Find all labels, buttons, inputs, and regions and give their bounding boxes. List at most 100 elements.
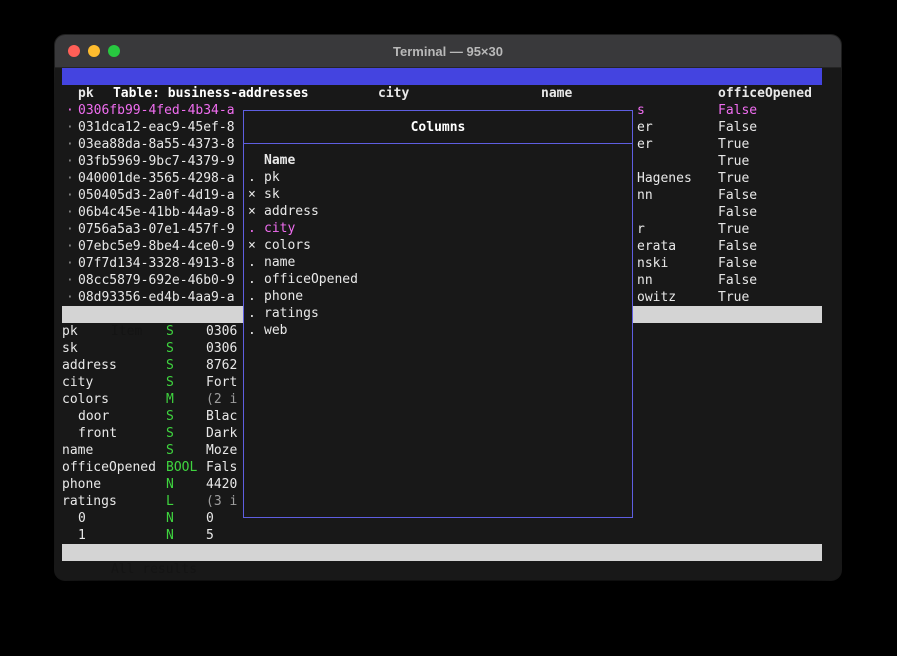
row-officeopened-value: False xyxy=(718,187,757,204)
row-officeopened-value: False xyxy=(718,255,757,272)
column-name-label: ratings xyxy=(264,305,319,322)
column-visibility-marker: . xyxy=(248,254,256,271)
attribute-name: sk xyxy=(62,340,78,357)
row-officeopened-value: True xyxy=(718,136,749,153)
column-name-label: name xyxy=(264,254,295,271)
column-name-label: sk xyxy=(264,186,280,203)
column-name-label: web xyxy=(264,322,287,339)
row-pk-value: 08cc5879-692e-46b0-9 xyxy=(78,272,235,289)
row-pk-value: 040001de-3565-4298-a xyxy=(78,170,235,187)
attribute-name: phone xyxy=(62,476,101,493)
row-name-fragment: r xyxy=(637,221,645,238)
column-headers-row: pk city name officeOpened xyxy=(62,85,822,102)
close-window-button[interactable] xyxy=(68,45,80,57)
attribute-type: S xyxy=(166,340,174,357)
row-pk-value: 07ebc5e9-8be4-4ce0-9 xyxy=(78,238,235,255)
row-name-fragment: nn xyxy=(637,272,653,289)
columns-dialog-item[interactable]: . web xyxy=(244,322,632,339)
row-pk-value: 050405d3-2a0f-4d19-a xyxy=(78,187,235,204)
attribute-type: S xyxy=(166,357,174,374)
window-title: Terminal — 95×30 xyxy=(55,35,841,68)
attribute-name: ratings xyxy=(62,493,117,510)
row-officeopened-value: True xyxy=(718,289,749,306)
attribute-type: M xyxy=(166,391,174,408)
column-name-label: officeOpened xyxy=(264,271,358,288)
attribute-value: 0 xyxy=(206,510,214,527)
row-selection-bullet: · xyxy=(66,153,74,170)
attribute-type: S xyxy=(166,425,174,442)
column-visibility-marker: × xyxy=(248,237,256,254)
columns-dialog-item[interactable]: × sk xyxy=(244,186,632,203)
attribute-value: Fals xyxy=(206,459,237,476)
terminal-screen[interactable]: Table: business-addresses pk city name o… xyxy=(62,68,822,580)
attribute-value: Blac xyxy=(206,408,237,425)
row-name-fragment: erata xyxy=(637,238,676,255)
row-pk-value: 0306fb99-4fed-4b34-a xyxy=(78,102,235,119)
row-pk-value: 07f7d134-3328-4913-8 xyxy=(78,255,235,272)
column-visibility-marker: . xyxy=(248,271,256,288)
attribute-type: S xyxy=(166,442,174,459)
attribute-type: S xyxy=(166,408,174,425)
columns-dialog-item-selected[interactable]: . city xyxy=(244,220,632,237)
columns-dialog-item[interactable]: × colors xyxy=(244,237,632,254)
attribute-type: S xyxy=(166,374,174,391)
row-selection-bullet: · xyxy=(66,170,74,187)
columns-dialog-body: Name . pk × sk × address . city xyxy=(244,144,632,339)
row-pk-value: 08d93356-ed4b-4aa9-a xyxy=(78,289,235,306)
row-pk-value: 03fb5969-9bc7-4379-9 xyxy=(78,153,235,170)
row-officeopened-value: False xyxy=(718,204,757,221)
columns-list-header-label: Name xyxy=(264,152,295,169)
attribute-value: 5 xyxy=(206,527,214,544)
row-officeopened-value: False xyxy=(718,102,757,119)
window-titlebar[interactable]: Terminal — 95×30 xyxy=(55,35,841,68)
column-visibility-marker: . xyxy=(248,169,256,186)
row-selection-bullet: · xyxy=(66,102,74,119)
attribute-name: front xyxy=(78,425,117,442)
attribute-value: (3 i xyxy=(206,493,237,510)
row-officeopened-value: True xyxy=(718,170,749,187)
columns-dialog-item[interactable]: × address xyxy=(244,203,632,220)
attribute-type: N xyxy=(166,510,174,527)
columns-dialog-item[interactable]: . officeOpened xyxy=(244,271,632,288)
row-selection-bullet: · xyxy=(66,238,74,255)
columns-dialog-item[interactable]: . ratings xyxy=(244,305,632,322)
attribute-name: 1 xyxy=(78,527,86,544)
columns-dialog-item[interactable]: . pk xyxy=(244,169,632,186)
column-visibility-marker: . xyxy=(248,322,256,339)
columns-dialog-item[interactable]: . name xyxy=(244,254,632,271)
column-header-name: name xyxy=(541,85,572,102)
attribute-type: N xyxy=(166,527,174,544)
attribute-value: (2 i xyxy=(206,391,237,408)
traffic-lights xyxy=(68,45,120,57)
columns-list-header: Name xyxy=(244,152,632,169)
attribute-value: 8762 xyxy=(206,357,237,374)
row-pk-value: 031dca12-eac9-45ef-8 xyxy=(78,119,235,136)
row-selection-bullet: · xyxy=(66,272,74,289)
column-name-label: address xyxy=(264,203,319,220)
item-attribute-row[interactable]: 1 N 5 xyxy=(62,527,822,544)
column-visibility-marker: × xyxy=(248,203,256,220)
row-name-fragment: er xyxy=(637,119,653,136)
minimize-window-button[interactable] xyxy=(88,45,100,57)
row-pk-value: 06b4c45e-41bb-44a9-8 xyxy=(78,204,235,221)
row-name-fragment: s xyxy=(637,102,645,119)
zoom-window-button[interactable] xyxy=(108,45,120,57)
attribute-name: officeOpened xyxy=(62,459,156,476)
row-name-fragment: nn xyxy=(637,187,653,204)
column-name-label: phone xyxy=(264,288,303,305)
attribute-name: name xyxy=(62,442,93,459)
attribute-name: city xyxy=(62,374,93,391)
column-visibility-marker: . xyxy=(248,305,256,322)
attribute-type: BOOL xyxy=(166,459,197,476)
row-officeopened-value: False xyxy=(718,238,757,255)
row-selection-bullet: · xyxy=(66,289,74,306)
attribute-type: L xyxy=(166,493,174,510)
status-text: All results xyxy=(111,562,197,577)
column-visibility-marker: . xyxy=(248,220,256,237)
column-visibility-marker: × xyxy=(248,186,256,203)
row-name-fragment: Hagenes xyxy=(637,170,692,187)
column-name-label: pk xyxy=(264,169,280,186)
attribute-type: N xyxy=(166,476,174,493)
row-pk-value: 0756a5a3-07e1-457f-9 xyxy=(78,221,235,238)
columns-dialog-item[interactable]: . phone xyxy=(244,288,632,305)
